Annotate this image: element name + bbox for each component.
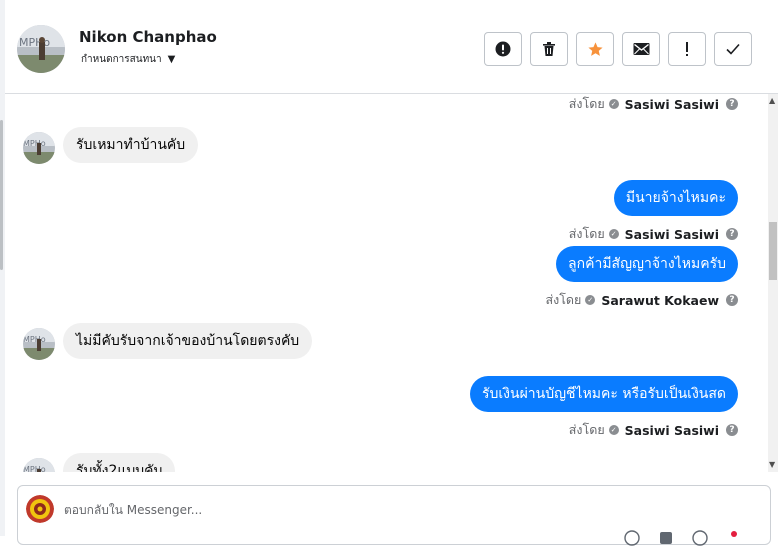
message-incoming[interactable]: รับทั้ง2แบบคับ [63, 453, 176, 472]
message-incoming[interactable]: รับเหมาทำบ้านคับ [63, 127, 199, 163]
reply-composer [17, 485, 771, 546]
mark-done-button[interactable] [714, 32, 752, 66]
sent-by-label: ส่งโดย [545, 292, 582, 307]
attachment-icon[interactable] [658, 530, 674, 546]
alert-circle-icon [495, 41, 511, 57]
trash-icon [543, 42, 555, 56]
svg-text:MPHo: MPHo [23, 465, 46, 472]
saved-replies-icon[interactable] [726, 530, 742, 546]
message-outgoing[interactable]: ลูกค้ามีสัญญาจ้างไหมครับ [556, 246, 738, 282]
scroll-up-arrow-icon[interactable]: ▲ [769, 97, 775, 105]
check-icon: ✓ [608, 99, 619, 109]
sent-by-row: ส่งโดย ✓ Sasiwi Sasiwi ? [569, 224, 738, 244]
star-icon [587, 41, 603, 56]
conversation-actions [484, 32, 752, 66]
svg-text:MPHo: MPHo [19, 36, 50, 49]
message-incoming[interactable]: ไม่มีคับรับจากเจ้าของบ้านโดยตรงคับ [63, 323, 313, 359]
contact-avatar-small: MPHo [23, 458, 55, 472]
assign-conversation-dropdown[interactable]: กำหนดการสนทนา ▼ [81, 52, 175, 67]
left-scrollbar-thumb[interactable] [0, 120, 3, 270]
sent-by-row: ส่งโดย ✓ Sarawut Kokaew ? [545, 290, 738, 310]
sent-by-row: ส่งโดย ✓ Sasiwi Sasiwi ? [569, 94, 738, 114]
info-icon[interactable]: ? [726, 98, 738, 110]
sender-name: Sasiwi Sasiwi [624, 226, 719, 242]
assign-label: กำหนดการสนทนา [81, 54, 162, 65]
caret-down-icon: ▼ [167, 54, 176, 65]
star-button[interactable] [576, 32, 614, 66]
info-icon[interactable]: ? [726, 294, 738, 306]
svg-text:MPHo: MPHo [23, 335, 46, 344]
sent-by-row: ส่งโดย ✓ Sasiwi Sasiwi ? [569, 420, 738, 440]
checkmark-icon [726, 43, 740, 55]
sent-by-label: ส่งโดย [568, 226, 605, 241]
sender-name: Sasiwi Sasiwi [624, 422, 719, 438]
sender-name: Sarawut Kokaew [601, 292, 719, 308]
sent-by-label: ส่งโดย [568, 96, 605, 111]
spam-button[interactable] [484, 32, 522, 66]
mark-unread-button[interactable] [622, 32, 660, 66]
delete-button[interactable] [530, 32, 568, 66]
contact-name[interactable]: Nikon Chanphao [79, 28, 217, 46]
info-icon[interactable]: ? [726, 228, 738, 240]
thread-scrollbar[interactable]: ▲ ▼ [768, 94, 778, 472]
composer-tools [624, 530, 742, 546]
envelope-icon [633, 43, 649, 55]
reply-input[interactable] [62, 494, 666, 526]
svg-text:MPHo: MPHo [23, 139, 46, 148]
check-icon: ✓ [585, 295, 596, 305]
contact-avatar[interactable]: MPHo [17, 25, 65, 73]
message-outgoing[interactable]: รับเงินผ่านบัญชีไหมคะ หรือรับเป็นเงินสด [469, 376, 738, 412]
exclamation-icon [686, 42, 688, 56]
emoji-icon[interactable] [624, 530, 640, 546]
sender-name: Sasiwi Sasiwi [624, 96, 719, 112]
follow-up-button[interactable] [668, 32, 706, 66]
check-icon: ✓ [608, 425, 619, 435]
check-icon: ✓ [608, 229, 619, 239]
message-outgoing[interactable]: มีนายจ้างไหมคะ [613, 180, 738, 216]
contact-avatar-small: MPHo [23, 132, 55, 164]
gif-icon[interactable] [692, 530, 708, 546]
scroll-down-arrow-icon[interactable]: ▼ [769, 461, 775, 469]
thread-scrollbar-thumb[interactable] [769, 222, 777, 280]
info-icon[interactable]: ? [726, 424, 738, 436]
page-avatar [26, 495, 54, 523]
sent-by-label: ส่งโดย [568, 422, 605, 437]
composer-area [5, 472, 778, 546]
message-thread[interactable]: ส่งโดย ✓ Sasiwi Sasiwi ? MPHo รับเหมาทำบ… [5, 94, 768, 472]
contact-avatar-small: MPHo [23, 328, 55, 360]
conversation-header: MPHo Nikon Chanphao กำหนดการสนทนา ▼ [5, 0, 778, 94]
